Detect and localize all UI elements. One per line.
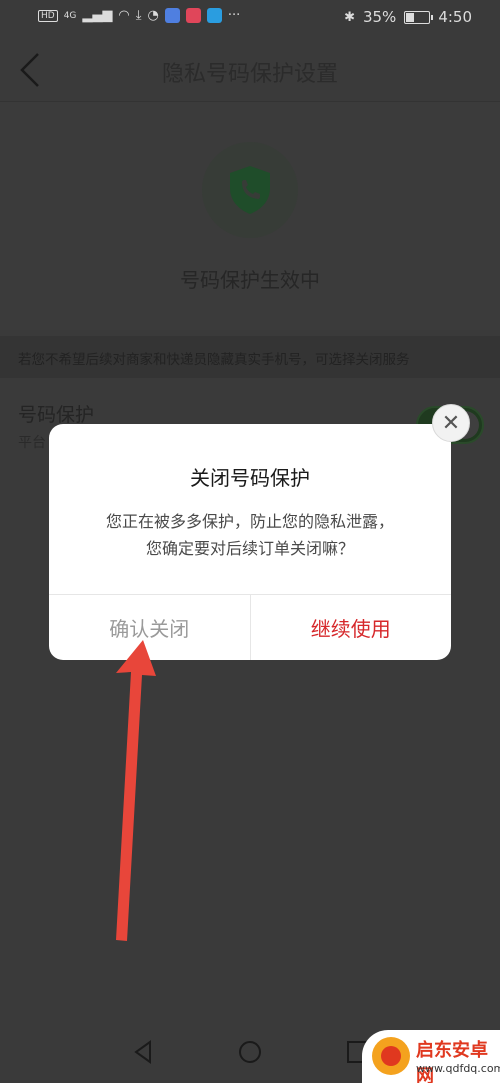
annotation-arrow-icon xyxy=(116,640,156,941)
nav-home-icon[interactable] xyxy=(236,1038,264,1066)
arrow-shape xyxy=(116,640,156,941)
watermark-logo-icon xyxy=(372,1037,410,1075)
nav-back-icon[interactable] xyxy=(130,1038,158,1066)
watermark-title: 启东安卓网 xyxy=(416,1040,488,1083)
site-watermark: 启东安卓网 www.qdfdq.com xyxy=(362,1030,500,1083)
watermark-url: www.qdfdq.com xyxy=(416,1062,500,1075)
